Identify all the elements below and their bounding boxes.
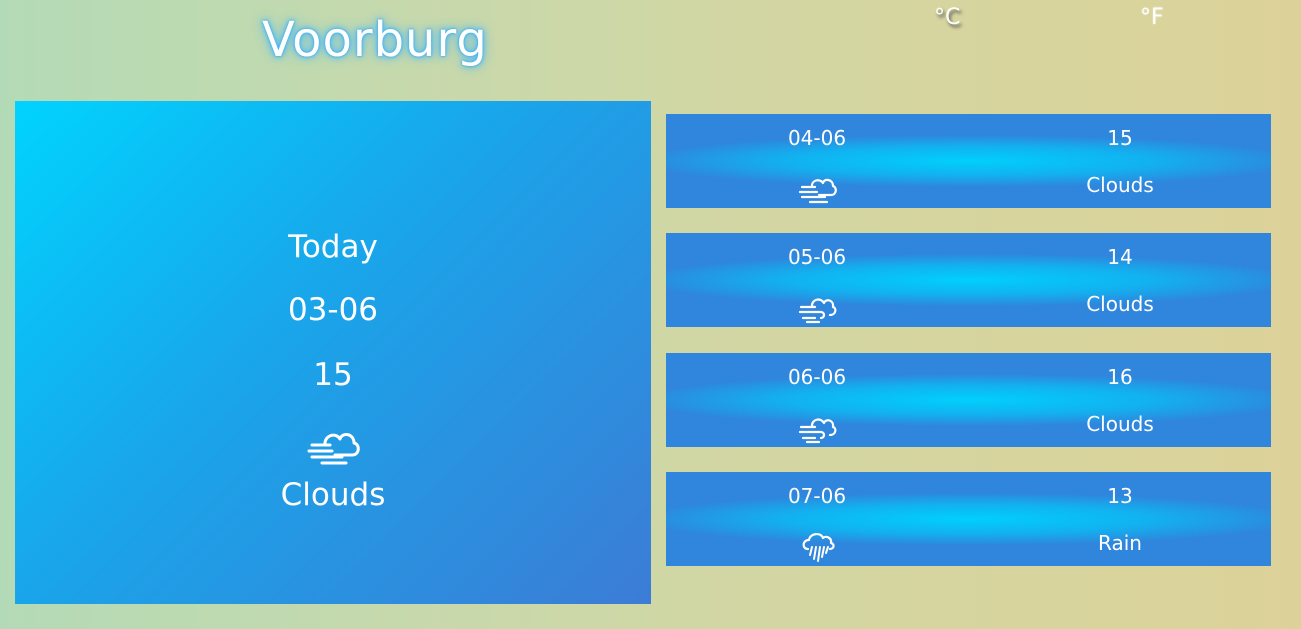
today-panel: Today 03-06 15 Clouds xyxy=(15,101,651,604)
forecast-temp: 16 xyxy=(1107,365,1133,389)
forecast-card: 05-06 14 Clouds xyxy=(666,233,1271,327)
forecast-date: 07-06 xyxy=(787,484,847,508)
forecast-condition: Rain xyxy=(1098,531,1142,555)
today-label: Today xyxy=(288,229,378,265)
forecast-date: 06-06 xyxy=(787,365,847,389)
today-condition: Clouds xyxy=(280,477,386,513)
city-title: Voorburg xyxy=(262,12,488,68)
forecast-temp: 14 xyxy=(1107,245,1133,269)
forecast-condition: Clouds xyxy=(1086,173,1154,197)
wind-cloud-icon xyxy=(797,171,837,205)
today-temp: 15 xyxy=(313,357,353,393)
wind-cloud-icon xyxy=(797,290,837,324)
forecast-condition: Clouds xyxy=(1086,412,1154,436)
forecast-temp: 13 xyxy=(1107,484,1133,508)
celsius-toggle[interactable]: °C xyxy=(934,4,960,32)
forecast-card: 04-06 15 Clouds xyxy=(666,114,1271,208)
forecast-date: 04-06 xyxy=(787,126,847,150)
rain-cloud-icon xyxy=(797,529,837,563)
forecast-date: 05-06 xyxy=(787,245,847,269)
wind-cloud-icon xyxy=(15,423,651,471)
today-date: 03-06 xyxy=(287,292,379,328)
wind-cloud-icon xyxy=(797,410,837,444)
forecast-card: 07-06 13 Rain xyxy=(666,472,1271,566)
forecast-condition: Clouds xyxy=(1086,292,1154,316)
fahrenheit-toggle[interactable]: °F xyxy=(1140,4,1164,32)
forecast-temp: 15 xyxy=(1107,126,1133,150)
forecast-card: 06-06 16 Clouds xyxy=(666,353,1271,447)
